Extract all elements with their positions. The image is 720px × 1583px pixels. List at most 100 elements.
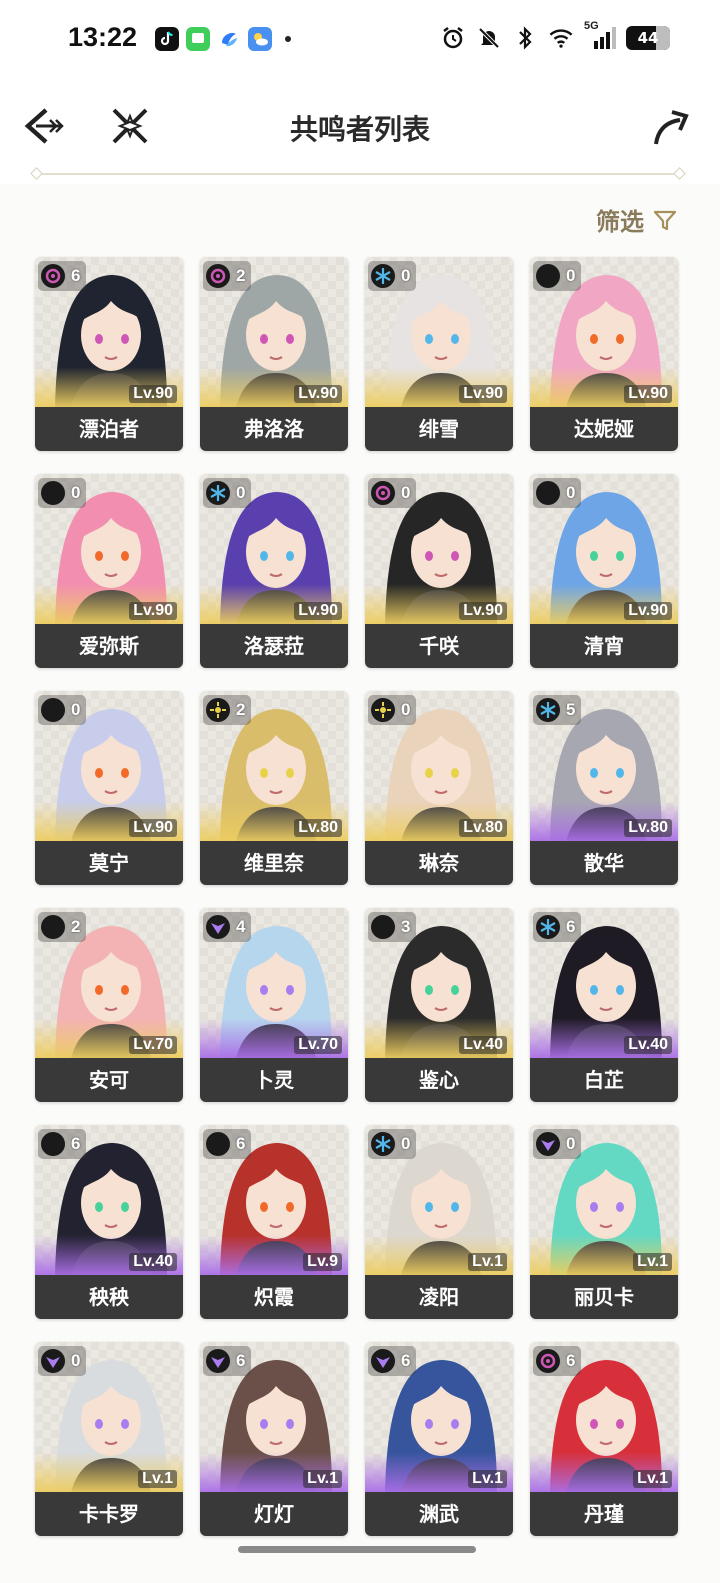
character-card[interactable]: 2 Lv.90 弗洛洛 (200, 257, 348, 451)
glacio-element-icon (536, 915, 560, 939)
character-card[interactable]: 5 Lv.80 散华 (530, 691, 678, 885)
character-level: Lv.9 (303, 1253, 342, 1271)
fusion-element-icon (41, 915, 65, 939)
character-name: 卜灵 (200, 1058, 348, 1102)
character-card[interactable]: 0 Lv.90 绯雪 (365, 257, 513, 451)
sequence-count: 6 (566, 1351, 576, 1370)
sequence-count: 0 (566, 1134, 576, 1153)
character-card[interactable]: 0 Lv.1 凌阳 (365, 1125, 513, 1319)
fusion-element-icon (41, 698, 65, 722)
sequence-count: 2 (236, 266, 246, 285)
sequence-count: 0 (71, 700, 81, 719)
character-level: Lv.1 (468, 1253, 507, 1271)
browser-icon (217, 27, 241, 51)
character-name: 安可 (35, 1058, 183, 1102)
sequence-count: 0 (566, 483, 576, 502)
character-card[interactable]: 0 Lv.1 卡卡罗 (35, 1342, 183, 1536)
sequence-count: 2 (71, 917, 81, 936)
sequence-count: 3 (401, 917, 411, 936)
character-card[interactable]: 6 Lv.1 丹瑾 (530, 1342, 678, 1536)
glacio-element-icon (371, 264, 395, 288)
havoc-element-icon (41, 264, 65, 288)
character-card[interactable]: 6 Lv.1 灯灯 (200, 1342, 348, 1536)
home-indicator[interactable] (238, 1546, 476, 1553)
sequence-count: 0 (71, 1351, 81, 1370)
alarm-icon (440, 24, 466, 52)
character-name: 达妮娅 (530, 407, 678, 451)
character-name: 秧秧 (35, 1275, 183, 1319)
share-button[interactable] (648, 106, 692, 150)
sequence-count: 6 (71, 266, 81, 285)
character-card[interactable]: 2 Lv.70 安可 (35, 908, 183, 1102)
character-name: 莫宁 (35, 841, 183, 885)
character-level: Lv.70 (294, 1036, 342, 1054)
character-level: Lv.90 (129, 819, 177, 837)
sequence-count: 0 (566, 266, 576, 285)
character-card[interactable]: 6 Lv.9 炽霞 (200, 1125, 348, 1319)
character-name: 丽贝卡 (530, 1275, 678, 1319)
character-card[interactable]: 2 Lv.80 维里奈 (200, 691, 348, 885)
sequence-count: 6 (566, 917, 576, 936)
character-card[interactable]: 6 Lv.40 秧秧 (35, 1125, 183, 1319)
sequence-badge: 4 (203, 912, 252, 942)
electro-element-icon (536, 1132, 560, 1156)
character-level: Lv.80 (459, 819, 507, 837)
sequence-badge: 3 (368, 912, 417, 942)
character-name: 维里奈 (200, 841, 348, 885)
aero-element-icon (536, 481, 560, 505)
character-name: 千咲 (365, 624, 513, 668)
character-card[interactable]: 3 Lv.40 鉴心 (365, 908, 513, 1102)
character-level: Lv.1 (468, 1470, 507, 1488)
character-card[interactable]: 0 Lv.90 洛瑟菈 (200, 474, 348, 668)
page-header: 共鸣者列表 (0, 80, 720, 184)
character-card[interactable]: 0 Lv.90 达妮娅 (530, 257, 678, 451)
character-level: Lv.90 (624, 602, 672, 620)
filter-button[interactable]: 筛选 (596, 202, 678, 237)
spectro-element-icon (371, 698, 395, 722)
character-card[interactable]: 0 Lv.80 琳奈 (365, 691, 513, 885)
character-card[interactable]: 0 Lv.90 清宵 (530, 474, 678, 668)
glacio-element-icon (371, 1132, 395, 1156)
sequence-count: 6 (71, 1134, 81, 1153)
sequence-badge: 0 (38, 478, 87, 508)
character-card[interactable]: 4 Lv.70 卜灵 (200, 908, 348, 1102)
character-card[interactable]: 0 Lv.90 千咲 (365, 474, 513, 668)
sequence-badge: 0 (368, 1129, 417, 1159)
character-card[interactable]: 0 Lv.1 丽贝卡 (530, 1125, 678, 1319)
sequence-badge: 0 (533, 478, 582, 508)
character-grid: 6 Lv.90 漂泊者 2 Lv.90 弗洛洛 0 Lv.90 绯雪 0 Lv.90 达妮娅 0 Lv.9… (35, 257, 679, 1536)
mute-icon (476, 24, 502, 52)
status-time: 13:22 (68, 22, 138, 52)
character-name: 凌阳 (365, 1275, 513, 1319)
sequence-badge: 6 (203, 1346, 252, 1376)
sequence-count: 0 (401, 1134, 411, 1153)
havoc-element-icon (206, 264, 230, 288)
character-card[interactable]: 0 Lv.90 爱弥斯 (35, 474, 183, 668)
more-notifications-dot (285, 36, 291, 42)
sequence-badge: 6 (38, 261, 87, 291)
character-level: Lv.40 (624, 1036, 672, 1054)
share-arrow-icon (654, 110, 689, 145)
character-name: 散华 (530, 841, 678, 885)
character-card[interactable]: 0 Lv.90 莫宁 (35, 691, 183, 885)
character-level: Lv.1 (633, 1253, 672, 1271)
fusion-element-icon (206, 1132, 230, 1156)
character-level: Lv.70 (129, 1036, 177, 1054)
sequence-badge: 2 (203, 261, 252, 291)
sequence-count: 6 (236, 1134, 246, 1153)
sequence-count: 6 (236, 1351, 246, 1370)
sequence-badge: 0 (368, 478, 417, 508)
character-level: Lv.90 (459, 602, 507, 620)
character-card[interactable]: 6 Lv.1 渊武 (365, 1342, 513, 1536)
character-level: Lv.1 (633, 1470, 672, 1488)
sequence-count: 0 (401, 483, 411, 502)
sequence-badge: 6 (368, 1346, 417, 1376)
character-name: 鉴心 (365, 1058, 513, 1102)
filter-funnel-icon (653, 210, 677, 230)
character-name: 丹瑾 (530, 1492, 678, 1536)
character-card[interactable]: 6 Lv.90 漂泊者 (35, 257, 183, 451)
sequence-count: 5 (566, 700, 576, 719)
sequence-badge: 0 (38, 1346, 87, 1376)
character-card[interactable]: 6 Lv.40 白芷 (530, 908, 678, 1102)
electro-element-icon (371, 1349, 395, 1373)
